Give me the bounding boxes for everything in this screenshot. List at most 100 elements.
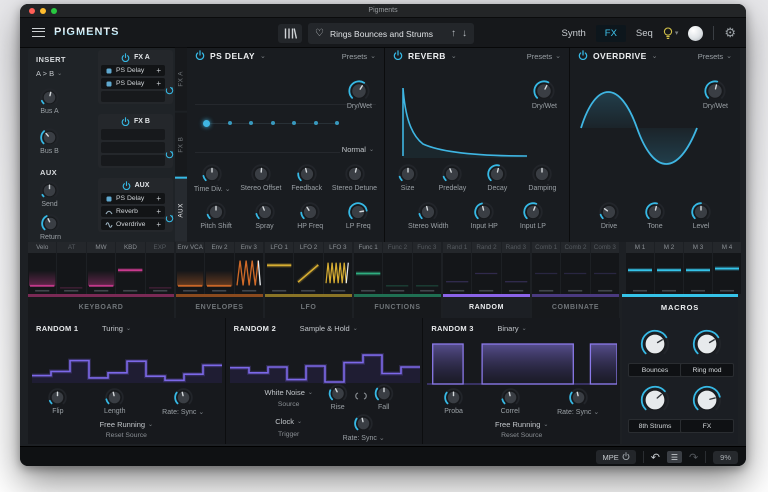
add-modulation-icon[interactable]: + — [156, 207, 161, 216]
mod-source-tile-m-4[interactable]: M 4 — [713, 242, 741, 294]
rack-routing-loop-icon[interactable] — [165, 210, 174, 228]
bus-a-knob[interactable]: Bus A — [40, 88, 59, 115]
fx-slot-ps-delay[interactable]: PS Delay+ — [101, 193, 165, 204]
rack-tab-fx-b[interactable]: FX B — [175, 113, 187, 176]
feedback-knob[interactable]: Feedback — [291, 164, 322, 193]
reverb-drywet-knob[interactable]: Dry/Wet — [532, 80, 557, 110]
macro-knob-4[interactable] — [692, 385, 722, 415]
decay-knob[interactable]: Decay — [487, 164, 507, 192]
lp-freq-knob[interactable]: LP Freq — [346, 202, 371, 230]
mod-source-tile-rand-2[interactable]: Rand 2 — [472, 242, 500, 294]
drive-knob[interactable]: Drive — [599, 202, 619, 230]
mod-source-tile-lfo-3[interactable]: LFO 3 — [324, 242, 352, 294]
fx-slot-ps-delay[interactable]: PS Delay+ — [101, 78, 165, 89]
stereo-width-knob[interactable]: Stereo Width — [408, 202, 448, 230]
mod-source-tile-rand-1[interactable]: Rand 1 — [443, 242, 471, 294]
ps-delay-title[interactable]: PS DELAY — [210, 51, 255, 61]
preset-library-button[interactable] — [278, 24, 302, 43]
sound-design-tips-knob[interactable] — [688, 26, 703, 41]
random-2-source-dropdown[interactable]: White Noise⌄ — [234, 388, 344, 397]
macro-2-name[interactable]: Ring mod — [680, 363, 734, 377]
overdrive-title[interactable]: OVERDRIVE — [593, 51, 647, 61]
fx-slot-empty[interactable] — [101, 155, 165, 166]
time-div--knob[interactable]: Time Div.⌄ — [194, 164, 231, 193]
overdrive-power-icon[interactable] — [578, 47, 588, 65]
mod-source-tile-env-vca[interactable]: Env VCA — [176, 242, 204, 294]
rack-routing-loop-icon[interactable] — [165, 146, 174, 164]
rack-routing-loop-icon[interactable] — [165, 82, 174, 100]
preset-name[interactable]: Rings Bounces and Strums — [330, 29, 445, 39]
next-preset-icon[interactable]: ↓ — [462, 28, 467, 39]
add-modulation-icon[interactable]: + — [156, 194, 161, 203]
ps-delay-presets-dropdown[interactable]: Presets⌄ — [342, 52, 376, 61]
ps-delay-power-icon[interactable] — [195, 47, 205, 65]
macro-knob-2[interactable] — [692, 329, 722, 359]
ps-delay-drywet-knob[interactable]: Dry/Wet — [347, 80, 372, 110]
mod-source-tile-m-3[interactable]: M 3 — [684, 242, 712, 294]
fx-slot-reverb[interactable]: Reverb+ — [101, 206, 165, 217]
insert-routing-dropdown[interactable]: A > B⌄ — [36, 69, 62, 78]
tone-knob[interactable]: Tone — [645, 202, 665, 230]
hp-freq-knob[interactable]: HP Freq — [297, 202, 323, 230]
flip-knob[interactable]: Flip — [48, 388, 67, 416]
preset-selector[interactable]: ♡ Rings Bounces and Strums ↑ ↓ — [308, 23, 474, 44]
add-modulation-icon[interactable]: + — [156, 66, 161, 75]
main-menu-icon[interactable] — [32, 28, 45, 37]
overdrive-presets-dropdown[interactable]: Presets⌄ — [698, 52, 732, 61]
previous-preset-icon[interactable]: ↑ — [451, 28, 456, 39]
mod-tab-envelopes[interactable]: ENVELOPES — [176, 294, 263, 318]
mod-source-tile-comb-3[interactable]: Comb 3 — [591, 242, 619, 294]
macro-1-name[interactable]: Bounces — [628, 363, 682, 377]
damping-knob[interactable]: Damping — [528, 164, 556, 192]
redo-icon[interactable]: ↷ — [689, 451, 698, 464]
rack-power-button[interactable]: FX A — [101, 52, 170, 63]
zoom-window-button[interactable] — [51, 8, 57, 14]
mod-tab-functions[interactable]: FUNCTIONS — [354, 294, 441, 318]
undo-icon[interactable]: ↶ — [651, 451, 660, 464]
tab-synth[interactable]: Synth — [561, 28, 585, 39]
macro-4-name[interactable]: FX — [680, 419, 734, 433]
rate-sync-knob[interactable]: Rate: Sync⌄ — [343, 414, 385, 442]
length-knob[interactable]: Length — [104, 388, 125, 416]
fx-slot-empty[interactable] — [101, 129, 165, 140]
overdrive-drywet-knob[interactable]: Dry/Wet — [703, 80, 728, 110]
reverb-power-icon[interactable] — [393, 47, 403, 65]
mod-source-tile-func-2[interactable]: Func 2 — [383, 242, 411, 294]
macro-3-name[interactable]: 8th Strums — [628, 419, 682, 433]
random-3-mode-dropdown[interactable]: Binary⌄ — [497, 324, 526, 333]
stereo-offset-knob[interactable]: Stereo Offset — [240, 164, 281, 193]
mod-source-tile-env-2[interactable]: Env 2 — [205, 242, 233, 294]
overdrive-drywet-knob[interactable]: Dry/Wet — [703, 80, 728, 110]
fx-slot-empty[interactable] — [101, 142, 165, 153]
spray-knob[interactable]: Spray — [255, 202, 275, 230]
add-modulation-icon[interactable]: + — [156, 79, 161, 88]
mod-source-tile-func-3[interactable]: Func 3 — [413, 242, 441, 294]
mod-source-tile-m-1[interactable]: M 1 — [626, 242, 654, 294]
tab-fx[interactable]: FX — [596, 25, 626, 42]
minimize-window-button[interactable] — [40, 8, 46, 14]
stereo-detune-knob[interactable]: Stereo Detune — [332, 164, 377, 193]
favorite-heart-icon[interactable]: ♡ — [315, 29, 324, 39]
mod-tab-keyboard[interactable]: KEYBOARD — [28, 294, 174, 318]
correl-knob[interactable]: Correl — [501, 388, 520, 416]
pitch-shift-knob[interactable]: Pitch Shift — [200, 202, 232, 230]
size-knob[interactable]: Size — [398, 164, 418, 192]
rate-sync-knob[interactable]: Rate: Sync⌄ — [557, 388, 599, 416]
fx-slot-ps-delay[interactable]: PS Delay+ — [101, 65, 165, 76]
random-1-mode-dropdown[interactable]: Turing⌄ — [102, 324, 131, 333]
fall-knob[interactable]: Fall — [374, 384, 393, 411]
mod-source-tile-mw[interactable]: MW — [87, 242, 115, 294]
settings-gear-icon[interactable]: ⚙ — [724, 25, 736, 41]
rise-knob[interactable]: Rise — [328, 384, 347, 411]
reverb-drywet-knob[interactable]: Dry/Wet — [532, 80, 557, 110]
mod-tab-lfo[interactable]: LFO — [265, 294, 352, 318]
history-menu-icon[interactable]: ☰ — [667, 451, 682, 463]
aux-return-knob[interactable]: Return — [40, 214, 61, 241]
tutorials-button[interactable]: ▾ — [663, 27, 679, 40]
mod-source-tile-env-3[interactable]: Env 3 — [235, 242, 263, 294]
mod-source-tile-velo[interactable]: Velo — [28, 242, 56, 294]
mod-source-tile-rand-3[interactable]: Rand 3 — [502, 242, 530, 294]
fx-slot-overdrive[interactable]: Overdrive+ — [101, 219, 165, 230]
rack-tab-fx-a[interactable]: FX A — [175, 48, 187, 111]
reverb-title[interactable]: REVERB — [408, 51, 446, 61]
